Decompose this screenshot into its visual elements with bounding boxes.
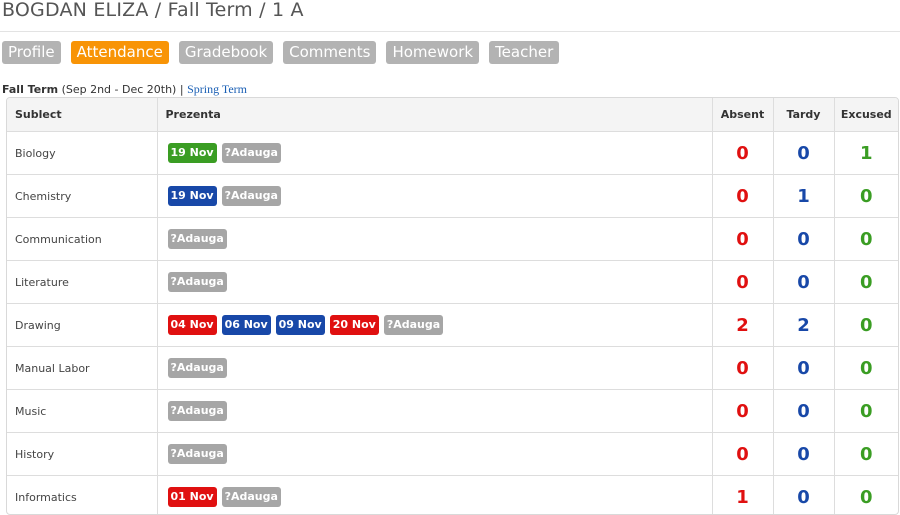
- tardy-count: 1: [773, 174, 835, 218]
- tab-gradebook[interactable]: Gradebook: [178, 41, 274, 64]
- tab-profile[interactable]: Profile: [2, 41, 61, 64]
- excused-count: 0: [834, 260, 898, 304]
- subject-cell: Music: [7, 389, 158, 433]
- table-row: Literature ?Adauga 0 0 0: [7, 260, 898, 304]
- presence-cell: ?Adauga: [157, 346, 713, 390]
- presence-cell: ?Adauga: [157, 389, 713, 433]
- tab-teacher[interactable]: Teacher: [489, 41, 560, 64]
- presence-cell: 19 Nov ?Adauga: [157, 131, 713, 175]
- date-badge[interactable]: 19 Nov: [167, 143, 217, 163]
- tardy-count: 0: [773, 217, 835, 261]
- page-title: BOGDAN ELIZA / Fall Term / 1 A: [2, 0, 304, 21]
- tab-homework[interactable]: Homework: [386, 41, 480, 64]
- presence-cell: ?Adauga: [157, 260, 713, 304]
- table-row: Chemistry 19 Nov ?Adauga 0 1 0: [7, 174, 898, 218]
- table-row: Music ?Adauga 0 0 0: [7, 389, 898, 433]
- title-divider: [0, 31, 900, 32]
- table-header-row: Sublect Prezenta Absent Tardy Excused: [7, 98, 898, 132]
- add-absence-badge[interactable]: ?Adauga: [167, 272, 227, 292]
- absent-count: 0: [712, 260, 774, 304]
- subject-cell: Manual Labor: [7, 346, 158, 390]
- tardy-count: 0: [773, 260, 835, 304]
- tardy-count: 0: [773, 432, 835, 476]
- add-absence-badge[interactable]: ?Adauga: [221, 186, 281, 206]
- tardy-column-header: Tardy: [773, 98, 835, 132]
- table-row: Informatics 01 Nov ?Adauga 1 0 0: [7, 475, 898, 514]
- add-absence-badge[interactable]: ?Adauga: [167, 401, 227, 421]
- add-absence-badge[interactable]: ?Adauga: [383, 315, 444, 335]
- presence-cell: ?Adauga: [157, 432, 713, 476]
- subject-cell: Biology: [7, 131, 158, 175]
- subject-cell: Literature: [7, 260, 158, 304]
- subject-cell: Drawing: [7, 303, 158, 347]
- absent-count: 0: [712, 174, 774, 218]
- table-row: Communication ?Adauga 0 0 0: [7, 217, 898, 261]
- add-absence-badge[interactable]: ?Adauga: [167, 444, 227, 464]
- presence-cell: 19 Nov ?Adauga: [157, 174, 713, 218]
- excused-count: 0: [859, 486, 873, 508]
- absent-count: 2: [712, 303, 774, 347]
- absent-count: 0: [712, 389, 774, 433]
- table-row: Manual Labor ?Adauga 0 0 0: [7, 346, 898, 390]
- absent-count: 0: [712, 217, 774, 261]
- presence-cell: ?Adauga: [157, 217, 713, 261]
- presence-cell: 04 Nov 06 Nov 09 Nov 20 Nov ?Adauga: [157, 303, 713, 347]
- tab-bar: Profile Attendance Gradebook Comments Ho…: [2, 41, 569, 64]
- tardy-count: 0: [773, 131, 835, 175]
- add-absence-badge[interactable]: ?Adauga: [221, 487, 281, 507]
- date-badge[interactable]: 06 Nov: [221, 315, 271, 335]
- tardy-count: 0: [773, 475, 835, 514]
- spring-term-link[interactable]: Spring Term: [187, 82, 247, 96]
- excused-count: 0: [834, 389, 898, 433]
- tab-attendance[interactable]: Attendance: [70, 41, 169, 64]
- subject-column-header: Sublect: [7, 98, 158, 132]
- subject-cell: Chemistry: [7, 174, 158, 218]
- excused-count: 1: [834, 131, 898, 175]
- absent-count: 0: [712, 131, 774, 175]
- subject-cell: History: [7, 432, 158, 476]
- tardy-count: 2: [773, 303, 835, 347]
- date-badge[interactable]: 04 Nov: [167, 315, 217, 335]
- excused-column-header: Excused: [834, 98, 898, 132]
- date-badge[interactable]: 19 Nov: [167, 186, 217, 206]
- excused-count: 0: [834, 303, 898, 347]
- add-absence-badge[interactable]: ?Adauga: [167, 229, 227, 249]
- term-separator: |: [179, 83, 184, 96]
- term-date-range: (Sep 2nd - Dec 20th): [61, 83, 177, 96]
- presence-cell: 01 Nov ?Adauga: [157, 475, 713, 514]
- tardy-count: 0: [773, 389, 835, 433]
- subject-cell: Communication: [7, 217, 158, 261]
- date-badge[interactable]: 09 Nov: [275, 315, 325, 335]
- attendance-table: Sublect Prezenta Absent Tardy Excused Bi…: [7, 98, 898, 514]
- attendance-table-container: Sublect Prezenta Absent Tardy Excused Bi…: [6, 97, 899, 515]
- excused-count: 0: [834, 217, 898, 261]
- tab-comments[interactable]: Comments: [283, 41, 377, 64]
- excused-count: 0: [834, 432, 898, 476]
- absent-count: 1: [712, 475, 774, 514]
- absent-column-header: Absent: [712, 98, 774, 132]
- absent-count: 0: [712, 432, 774, 476]
- excused-count: 0: [834, 174, 898, 218]
- term-selector: Fall Term (Sep 2nd - Dec 20th) | Spring …: [2, 82, 247, 97]
- date-badge[interactable]: 01 Nov: [167, 487, 217, 507]
- add-absence-badge[interactable]: ?Adauga: [167, 358, 227, 378]
- absent-count: 0: [712, 346, 774, 390]
- current-term-label: Fall Term: [2, 83, 59, 96]
- presence-column-header: Prezenta: [157, 98, 713, 132]
- date-badge[interactable]: 20 Nov: [329, 315, 379, 335]
- excused-count: 0: [834, 346, 898, 390]
- subject-cell: Informatics: [7, 475, 158, 514]
- table-row: History ?Adauga 0 0 0: [7, 432, 898, 476]
- table-row: Drawing 04 Nov 06 Nov 09 Nov 20 Nov ?Adauga 2 2…: [7, 303, 898, 347]
- tardy-count: 0: [773, 346, 835, 390]
- add-absence-badge[interactable]: ?Adauga: [221, 143, 281, 163]
- table-row: Biology 19 Nov ?Adauga 0 0 1: [7, 131, 898, 175]
